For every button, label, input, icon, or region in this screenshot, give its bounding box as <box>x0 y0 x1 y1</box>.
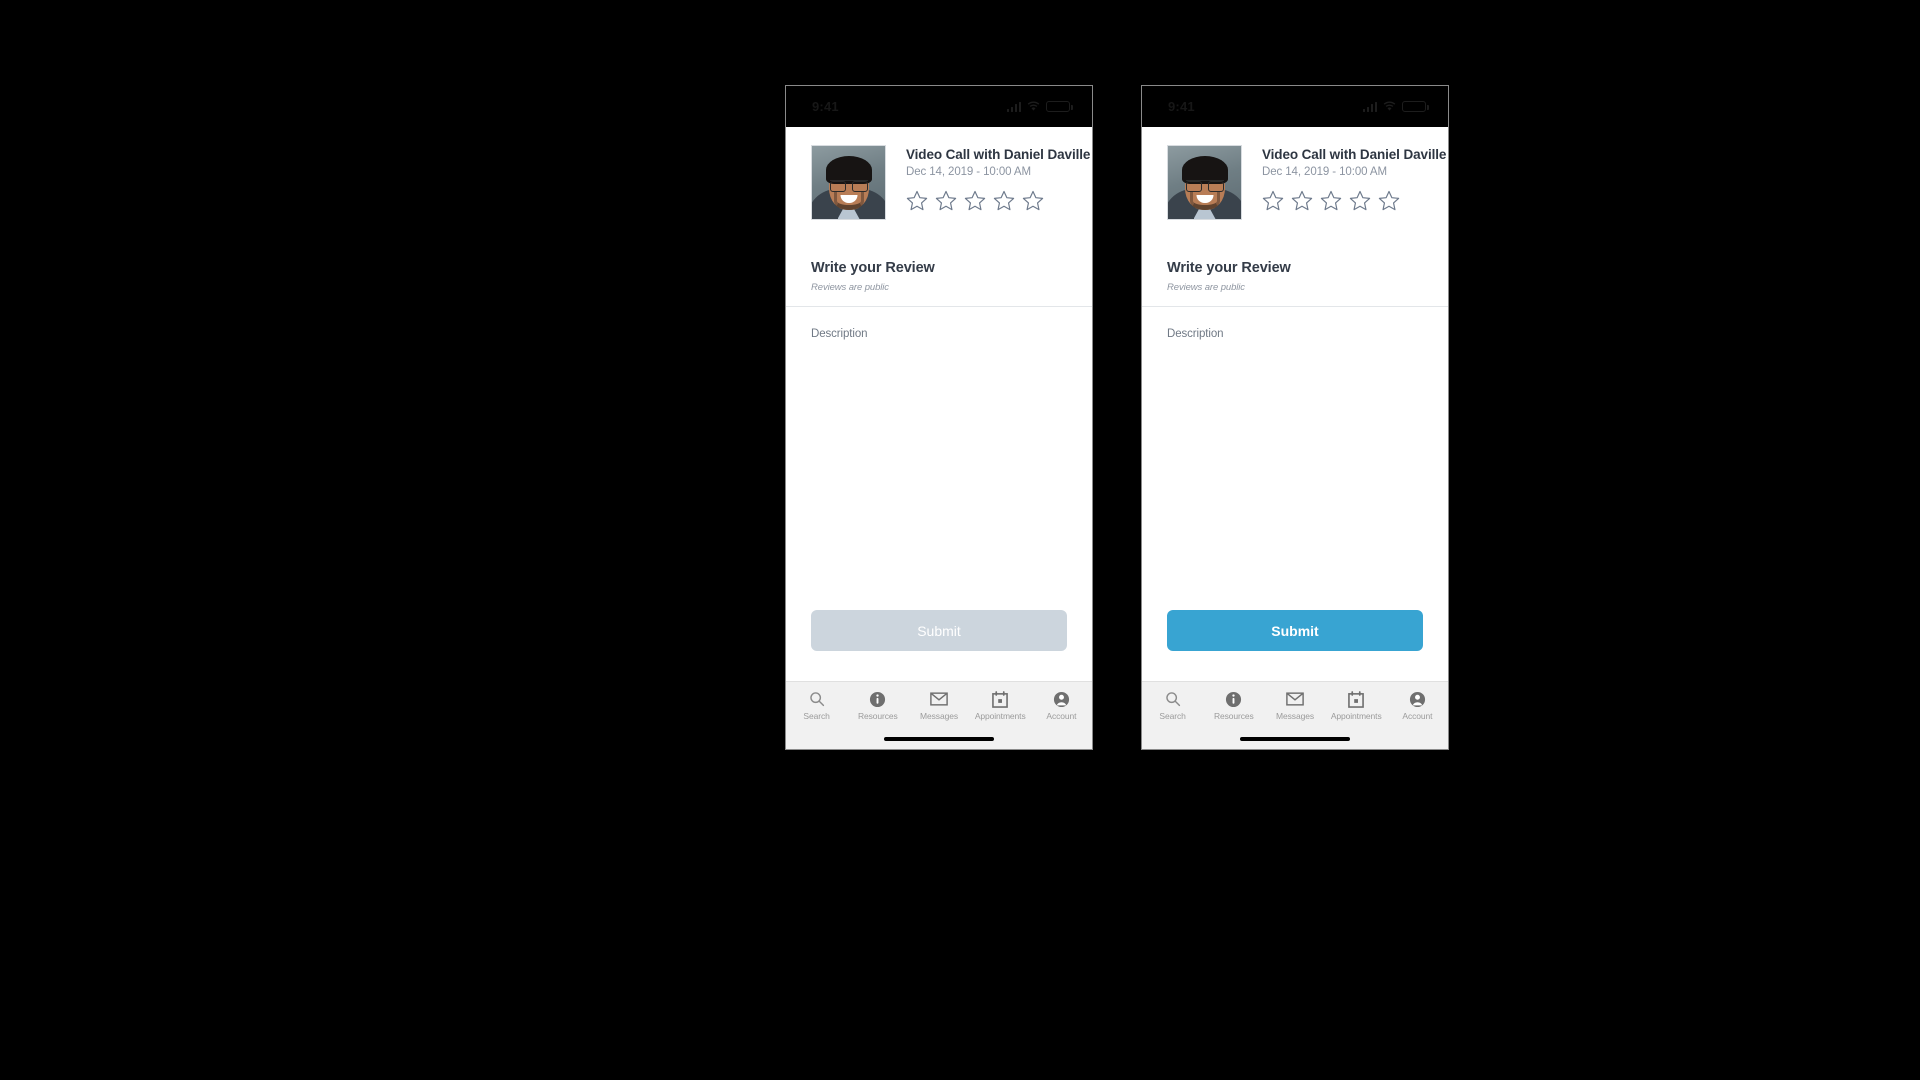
home-indicator[interactable] <box>1240 737 1350 741</box>
calendar-icon <box>992 690 1009 708</box>
star-outline-icon[interactable] <box>1349 190 1371 211</box>
tab-label: Appointments <box>1330 710 1382 721</box>
search-icon <box>1165 691 1181 708</box>
tab-search[interactable]: Search <box>786 691 847 721</box>
home-indicator[interactable] <box>884 737 994 741</box>
star-outline-icon[interactable] <box>1262 190 1284 211</box>
screen-content: Video Call with Daniel Daville Dec 14, 2… <box>1142 127 1448 749</box>
home-indicator-area <box>1142 729 1448 749</box>
submit-container: Submit <box>1142 610 1448 681</box>
tab-account[interactable]: Account <box>1031 691 1092 721</box>
tab-label: Resources <box>857 710 898 721</box>
info-circle-icon <box>1225 691 1242 708</box>
info-circle-icon <box>869 691 886 708</box>
phone-mockup-disabled: 9:41 Video Call with Daniel Daville Dec <box>785 85 1093 750</box>
screenshot-canvas: 9:41 Video Call with Daniel Daville Dec <box>0 0 1920 1080</box>
battery-icon <box>1046 101 1073 112</box>
description-field[interactable]: Description <box>1142 307 1448 610</box>
tab-label: Search <box>803 710 830 721</box>
status-bar-time: 9:41 <box>1168 99 1195 114</box>
tab-messages[interactable]: Messages <box>1264 691 1325 721</box>
appointment-datetime: Dec 14, 2019 - 10:00 AM <box>906 166 1031 178</box>
star-rating[interactable] <box>1262 190 1428 211</box>
star-outline-icon[interactable] <box>1291 190 1313 211</box>
envelope-icon <box>1286 691 1304 708</box>
tab-appointments[interactable]: Appointments <box>1326 690 1387 721</box>
submit-button[interactable]: Submit <box>1167 610 1423 651</box>
appointment-title: Video Call with Daniel Daville <box>906 147 1091 162</box>
tab-messages[interactable]: Messages <box>908 691 969 721</box>
description-placeholder: Description <box>1167 328 1224 340</box>
calendar-icon <box>1348 690 1365 708</box>
review-subtitle: Reviews are public <box>1167 282 1245 293</box>
status-bar: 9:41 <box>786 86 1092 127</box>
tab-label: Appointments <box>974 710 1026 721</box>
tab-label: Account <box>1402 710 1433 721</box>
star-outline-icon[interactable] <box>1320 190 1342 211</box>
home-indicator-area <box>786 729 1092 749</box>
account-circle-icon <box>1409 691 1426 708</box>
star-outline-icon[interactable] <box>964 190 986 211</box>
avatar <box>1167 145 1242 220</box>
signal-bars-icon <box>1006 101 1021 112</box>
account-circle-icon <box>1053 691 1070 708</box>
tab-label: Messages <box>1276 710 1314 721</box>
description-placeholder: Description <box>811 328 868 340</box>
star-outline-icon[interactable] <box>993 190 1015 211</box>
review-heading: Write your Review <box>1167 260 1291 276</box>
phone-mockup-enabled: 9:41 Video Call with Daniel Daville Dec <box>1141 85 1449 750</box>
star-outline-icon[interactable] <box>935 190 957 211</box>
tab-resources[interactable]: Resources <box>1203 691 1264 721</box>
star-outline-icon[interactable] <box>1378 190 1400 211</box>
review-header: Write your Review Reviews are public <box>786 220 1092 306</box>
status-bar-time: 9:41 <box>812 99 839 114</box>
status-bar: 9:41 <box>1142 86 1448 127</box>
status-bar-icons <box>1362 101 1429 112</box>
bottom-tab-bar: Search Resources Messages Appointments A… <box>786 681 1092 729</box>
appointment-header: Video Call with Daniel Daville Dec 14, 2… <box>786 127 1092 220</box>
tab-label: Search <box>1159 710 1186 721</box>
battery-icon <box>1402 101 1429 112</box>
submit-container: Submit <box>786 610 1092 681</box>
review-header: Write your Review Reviews are public <box>1142 220 1448 306</box>
search-icon <box>809 691 825 708</box>
status-bar-icons <box>1006 101 1073 112</box>
tab-label: Account <box>1046 710 1077 721</box>
appointment-header: Video Call with Daniel Daville Dec 14, 2… <box>1142 127 1448 220</box>
appointment-datetime: Dec 14, 2019 - 10:00 AM <box>1262 166 1387 178</box>
wifi-icon <box>1383 101 1396 112</box>
appointment-title: Video Call with Daniel Daville <box>1262 147 1447 162</box>
tab-appointments[interactable]: Appointments <box>970 690 1031 721</box>
tab-account[interactable]: Account <box>1387 691 1448 721</box>
review-subtitle: Reviews are public <box>811 282 889 293</box>
submit-button[interactable]: Submit <box>811 610 1067 651</box>
screen-content: Video Call with Daniel Daville Dec 14, 2… <box>786 127 1092 749</box>
star-outline-icon[interactable] <box>1022 190 1044 211</box>
wifi-icon <box>1027 101 1040 112</box>
tab-label: Resources <box>1213 710 1254 721</box>
description-field[interactable]: Description <box>786 307 1092 610</box>
signal-bars-icon <box>1362 101 1377 112</box>
tab-search[interactable]: Search <box>1142 691 1203 721</box>
bottom-tab-bar: Search Resources Messages Appointments A… <box>1142 681 1448 729</box>
tab-resources[interactable]: Resources <box>847 691 908 721</box>
review-heading: Write your Review <box>811 260 935 276</box>
tab-label: Messages <box>920 710 958 721</box>
star-rating[interactable] <box>906 190 1072 211</box>
envelope-icon <box>930 691 948 708</box>
star-outline-icon[interactable] <box>906 190 928 211</box>
avatar <box>811 145 886 220</box>
